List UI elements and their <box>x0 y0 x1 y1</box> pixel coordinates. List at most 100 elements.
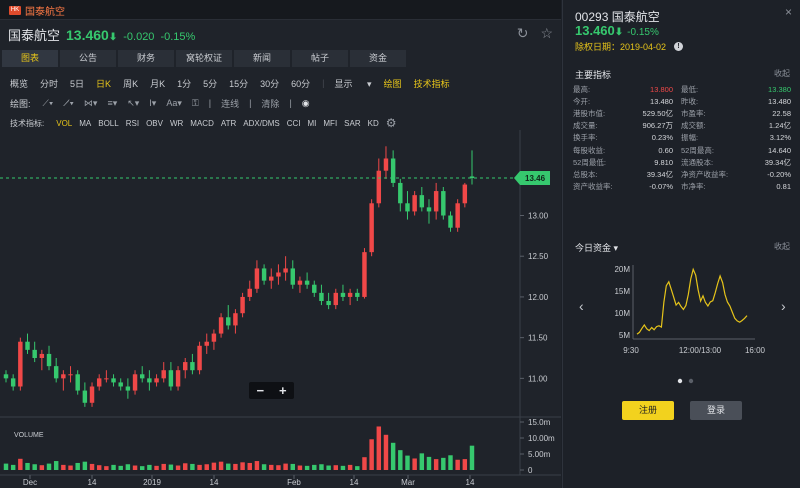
tab-news[interactable]: 新闻 <box>234 50 290 67</box>
indicator-mi[interactable]: MI <box>308 119 317 128</box>
candle-body <box>82 390 88 403</box>
refresh-icon[interactable]: ↻ <box>517 25 529 42</box>
period-overview[interactable]: 概览 <box>10 77 28 90</box>
candle-body <box>25 341 30 350</box>
candle-body <box>226 317 231 326</box>
candle-body <box>398 182 403 204</box>
line-tool-icon[interactable]: ⟋▾ <box>43 98 54 109</box>
star-icon[interactable]: ☆ <box>540 25 553 42</box>
tech-indicator-link[interactable]: 技术指标 <box>414 77 450 90</box>
fund-title[interactable]: 今日资金 ▾ <box>575 241 618 254</box>
fund-x-tick: 16:00 <box>745 346 766 355</box>
ex-rights-date: 除权日期：2019-04-02! <box>575 40 684 53</box>
period-5day[interactable]: 5日 <box>70 77 84 90</box>
text-cursor-icon[interactable]: I▾ <box>149 98 156 109</box>
indicator-bar: 技术指标: VOL MA BOLL RSI OBV WR MACD ATR AD… <box>10 116 404 130</box>
metric-value: 13.800 <box>650 84 673 94</box>
indicator-mfi[interactable]: MFI <box>323 119 337 128</box>
settings-gear-icon[interactable]: ⚙ <box>386 116 397 130</box>
candle-body <box>448 215 453 228</box>
info-icon[interactable]: ! <box>674 42 684 51</box>
tab-capital[interactable]: 资金 <box>350 50 406 67</box>
period-monthly[interactable]: 月K <box>150 77 165 90</box>
volume-bar <box>61 464 66 470</box>
stock-name: 国泰航空 <box>8 28 61 43</box>
display-menu[interactable]: 显示 ▾ <box>335 77 372 90</box>
volume-bar <box>154 465 159 470</box>
prev-arrow-icon[interactable]: ‹ <box>579 298 584 314</box>
close-icon[interactable]: × <box>785 5 792 19</box>
divider: | <box>249 98 252 108</box>
period-weekly[interactable]: 周K <box>123 77 138 90</box>
tab-financials[interactable]: 财务 <box>118 50 174 67</box>
draw-link[interactable]: 绘图 <box>384 77 402 90</box>
indicator-kd[interactable]: KD <box>368 119 379 128</box>
connect-link[interactable]: 连线 <box>221 97 239 110</box>
zoom-out-button[interactable]: − <box>256 383 264 398</box>
tab-chart[interactable]: 图表 <box>2 50 58 67</box>
lock-icon[interactable]: ⚿ <box>192 98 199 109</box>
register-button[interactable]: 注册 <box>622 401 674 420</box>
last-price-label: 13.46 <box>525 174 546 183</box>
clear-link[interactable]: 清除 <box>261 97 279 110</box>
period-5min[interactable]: 5分 <box>203 77 217 90</box>
zoom-in-button[interactable]: + <box>279 383 287 398</box>
key-metrics-table: 最高: 13.800 最低: 13.380 今开: 13.480 昨收: 13.480 港股市值… <box>573 83 791 193</box>
period-intraday[interactable]: 分时 <box>40 77 58 90</box>
eye-icon[interactable]: ◉ <box>302 98 310 109</box>
volume-bar <box>204 464 209 470</box>
tab-stock[interactable]: HK 国泰航空 <box>0 0 118 20</box>
candle-body <box>204 341 209 346</box>
ray-tool-icon[interactable]: ⟋̷▾ <box>63 98 74 109</box>
channel-tool-icon[interactable]: ⋈▾ <box>84 98 98 109</box>
text-tool-icon[interactable]: Aa▾ <box>166 98 182 109</box>
tab-announcements[interactable]: 公告 <box>60 50 116 67</box>
volume-bar <box>68 465 73 470</box>
volume-bar <box>304 465 310 470</box>
indicator-macd[interactable]: MACD <box>190 119 214 128</box>
tab-posts[interactable]: 帖子 <box>292 50 348 67</box>
candle-body <box>362 252 367 297</box>
indicator-rsi[interactable]: RSI <box>126 119 139 128</box>
key-metrics-collapse[interactable]: 收起 <box>774 68 790 79</box>
y-tick-label: 12.00 <box>528 293 549 302</box>
fund-collapse[interactable]: 收起 <box>774 241 790 252</box>
volume-bar <box>10 464 16 470</box>
volume-bar <box>139 466 145 470</box>
arrow-tool-icon[interactable]: ↖▾ <box>127 98 139 109</box>
login-button[interactable]: 登录 <box>690 401 742 420</box>
vol-tick-label: 15.0m <box>528 418 551 427</box>
metric-row: 52周最低: 9.810 流通股本: 39.34亿 <box>573 156 791 168</box>
indicator-adx[interactable]: ADX/DMS <box>243 119 279 128</box>
volume-bar <box>104 466 109 470</box>
period-30min[interactable]: 30分 <box>260 77 279 90</box>
indicator-atr[interactable]: ATR <box>221 119 236 128</box>
volume-bar <box>312 464 317 470</box>
candle-body <box>168 370 174 387</box>
indicator-cci[interactable]: CCI <box>287 119 301 128</box>
volume-bar <box>132 465 138 470</box>
metric-row: 资产收益率: -0.07% 市净率: 0.81 <box>573 181 791 193</box>
x-tick-label: Mar <box>401 478 415 487</box>
tab-warrants[interactable]: 窝轮权证 <box>176 50 232 67</box>
indicator-wr[interactable]: WR <box>170 119 183 128</box>
period-60min[interactable]: 60分 <box>291 77 310 90</box>
carousel-dots[interactable] <box>677 378 697 384</box>
period-15min[interactable]: 15分 <box>229 77 248 90</box>
indicator-boll[interactable]: BOLL <box>98 119 118 128</box>
indicator-ma[interactable]: MA <box>79 119 91 128</box>
fib-tool-icon[interactable]: ≡▾ <box>107 98 117 109</box>
indicator-obv[interactable]: OBV <box>146 119 163 128</box>
candle-body <box>161 370 166 379</box>
candlestick-chart[interactable]: 13.00 12.50 12.00 11.50 11.00 13.46 VOLUME 15.0… <box>0 130 561 488</box>
metric-value: 529.50亿 <box>642 108 673 118</box>
next-arrow-icon[interactable]: › <box>781 298 786 314</box>
indicator-vol[interactable]: VOL <box>56 119 72 128</box>
period-daily[interactable]: 日K <box>96 77 111 90</box>
metric-label: 52周最低: <box>573 157 606 167</box>
period-1min[interactable]: 1分 <box>177 77 191 90</box>
volume-bar <box>290 463 295 470</box>
key-metrics-title: 主要指标 <box>575 70 612 80</box>
fund-x-tick: 12:00/13:00 <box>679 346 722 355</box>
indicator-sar[interactable]: SAR <box>344 119 360 128</box>
